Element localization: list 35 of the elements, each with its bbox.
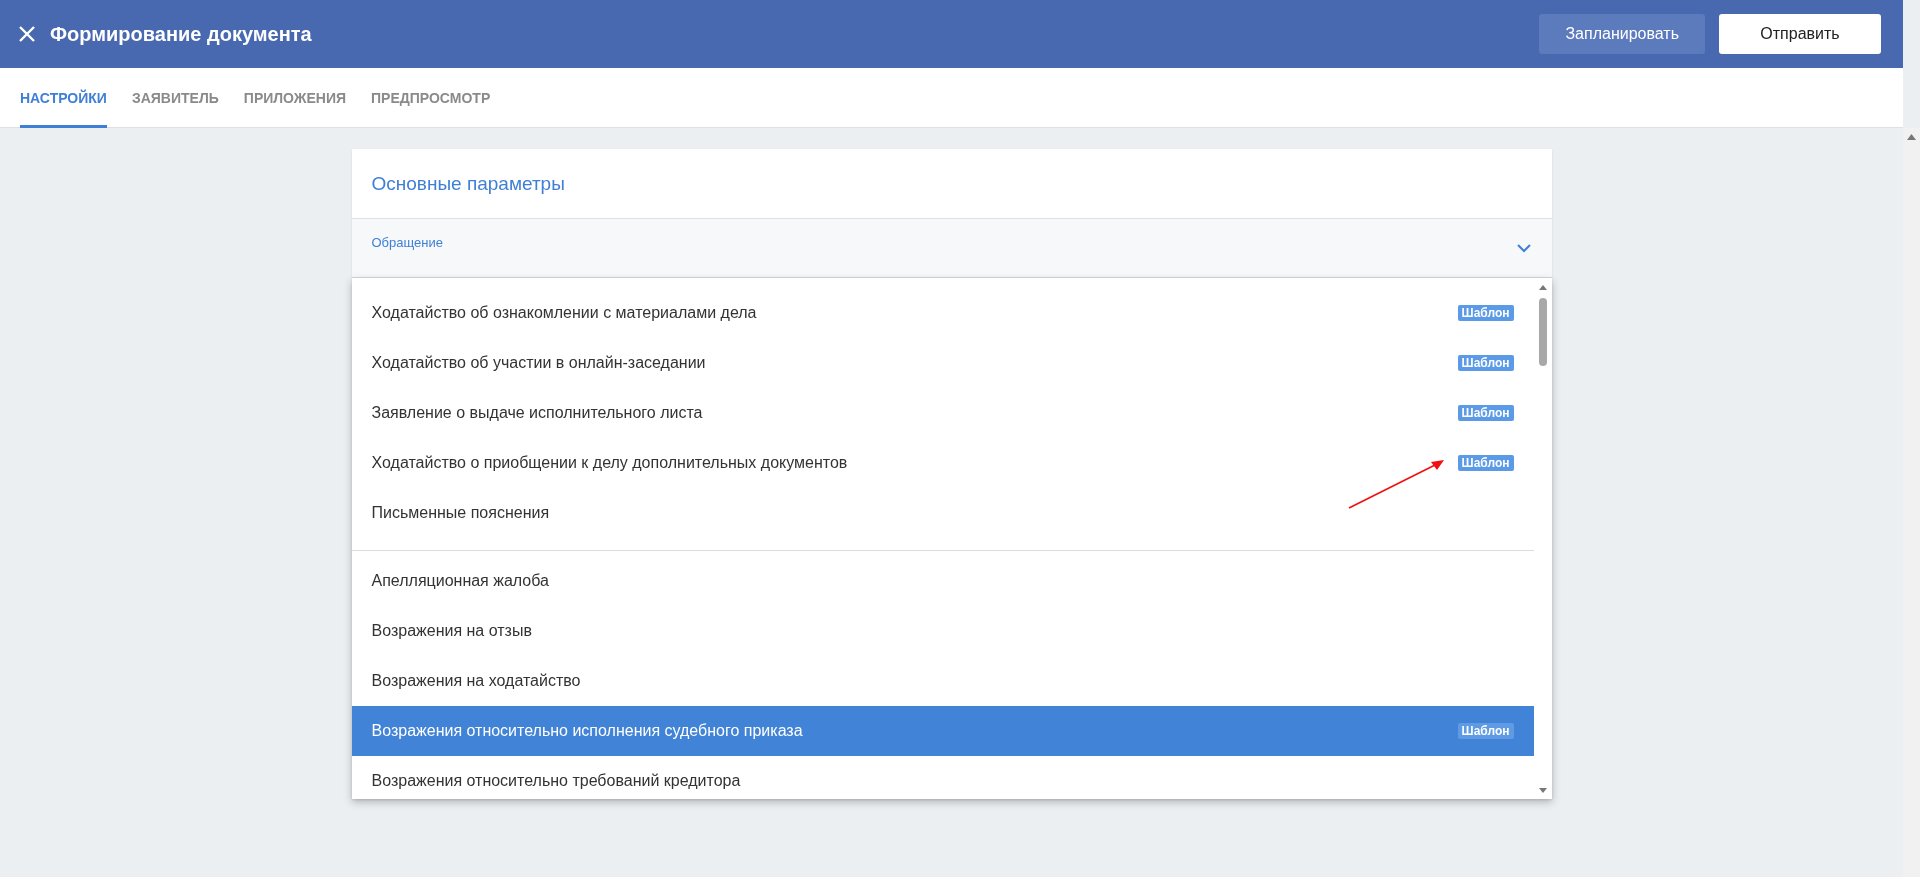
menu-item[interactable]: Возражения относительно исполнения судебного приказа Шаблон bbox=[351, 706, 1534, 756]
menu-item[interactable]: Заявление о выдаче исполнительного листа Шаблон bbox=[351, 388, 1534, 438]
chevron-icon bbox=[1515, 243, 1532, 253]
template-badge: Шаблон bbox=[1457, 405, 1514, 421]
item-label: Ходатайство об ознакомлении с материалами дела bbox=[371, 304, 758, 322]
template-badge: Шаблон bbox=[1457, 723, 1514, 739]
menu-item[interactable]: Возражения на отзыв bbox=[351, 606, 1534, 656]
schedule-button[interactable]: Запланировать bbox=[1539, 14, 1705, 54]
close-icon[interactable] bbox=[18, 25, 36, 43]
template-badge: Шаблон bbox=[1457, 455, 1514, 471]
item-label: Возражения на отзыв bbox=[371, 622, 533, 640]
send-button[interactable]: Отправить bbox=[1719, 14, 1881, 54]
menu-item[interactable]: Возражения относительно требований кредитора bbox=[351, 756, 1534, 799]
menu-item[interactable]: Ходатайство об участии в онлайн-заседании Шаблон bbox=[351, 338, 1534, 388]
item-label: Заявление о выдаче исполнительного листа bbox=[371, 404, 704, 422]
page-title: Формирование документа bbox=[50, 22, 313, 46]
page-scrollbar[interactable] bbox=[1903, 128, 1920, 877]
item-label: Апелляционная жалоба bbox=[371, 572, 550, 590]
menu-item[interactable]: Апелляционная жалоба bbox=[351, 556, 1534, 606]
item-label: Возражения относительно исполнения судебного приказа bbox=[371, 722, 804, 740]
tab[interactable]: НАСТРОЙКИ bbox=[20, 68, 107, 128]
item-label: Ходатайство о приобщении к делу дополнительных документов bbox=[371, 454, 849, 472]
item-label: Возражения относительно требований кредитора bbox=[371, 772, 742, 790]
scroll-up-icon[interactable] bbox=[1907, 134, 1916, 140]
menu-item[interactable]: Возражения на ходатайство bbox=[351, 656, 1534, 706]
menu-item[interactable]: Ходатайство об ознакомлении с материалами дела Шаблон bbox=[351, 288, 1534, 338]
field-label: Обращение bbox=[371, 235, 443, 250]
template-badge: Шаблон bbox=[1457, 305, 1514, 321]
menu-item[interactable]: Ходатайство о приобщении к делу дополнительных документов Шаблон bbox=[351, 438, 1534, 488]
select-field[interactable]: Обращение bbox=[351, 219, 1552, 278]
menu-item[interactable]: Письменные пояснения bbox=[351, 488, 1534, 538]
item-label: Ходатайство об участии в онлайн-заседании bbox=[371, 354, 707, 372]
item-label: Письменные пояснения bbox=[371, 504, 551, 522]
item-label: Возражения на ходатайство bbox=[371, 672, 582, 690]
template-badge: Шаблон bbox=[1457, 355, 1514, 371]
